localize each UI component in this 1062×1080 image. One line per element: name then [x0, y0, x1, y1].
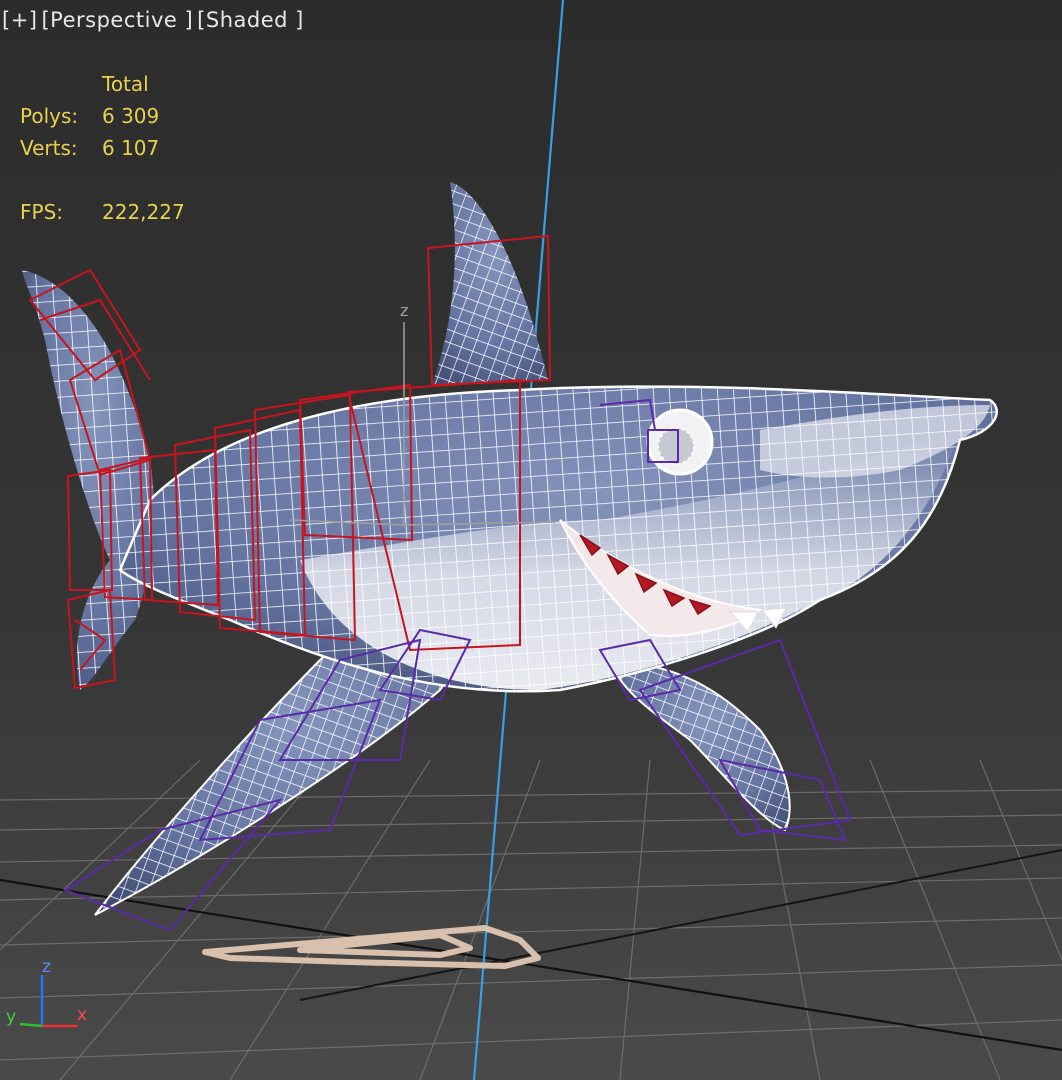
grid-axis-line: [0, 878, 1062, 1052]
stats-fps-value: 222,227: [102, 200, 185, 224]
tail-fin[interactable]: [15, 260, 165, 700]
viewport-label-menu: [+] [Perspective ] [Shaded ]: [2, 8, 304, 32]
perspective-viewport[interactable]: z z x y [+] [Perspective ] [Shaded ] Tot…: [0, 0, 1062, 1080]
pivot-z-label: z: [400, 301, 408, 320]
viewport-point-of-view-menu[interactable]: [Perspective ]: [41, 8, 193, 32]
viewport-general-menu[interactable]: [+]: [2, 8, 37, 32]
stats-verts-value: 6 107: [102, 136, 160, 160]
stats-polys-label: Polys:: [20, 104, 79, 128]
root-controller-shape[interactable]: [202, 925, 541, 969]
pectoral-fin-right[interactable]: [600, 650, 800, 840]
stats-total-header: Total: [102, 72, 149, 96]
stats-verts-label: Verts:: [20, 136, 78, 160]
viewport-shading-menu[interactable]: [Shaded ]: [197, 8, 304, 32]
shark-eye[interactable]: [646, 408, 714, 476]
grid-axis-line-2: [299, 849, 1062, 1001]
stats-fps-label: FPS:: [20, 200, 63, 224]
tripod-y-label: y: [6, 1007, 16, 1027]
viewport-statistics: Total Polys: 6 309 Verts: 6 107 FPS: 222…: [20, 68, 185, 228]
dorsal-fin[interactable]: [425, 175, 555, 390]
tripod-z-label: z: [42, 957, 51, 977]
axis-tripod: [19, 975, 78, 1028]
tripod-x-label: x: [77, 1005, 87, 1025]
stats-polys-value: 6 309: [102, 104, 160, 128]
ground-grid: [0, 759, 1062, 1080]
